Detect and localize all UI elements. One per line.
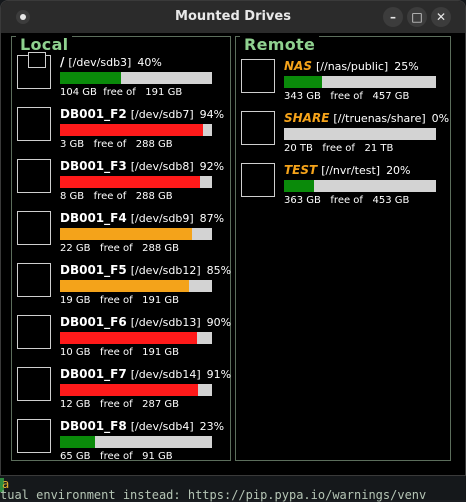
drive-label: DB001_F2: [60, 107, 127, 121]
usage-bar-fill: [60, 280, 190, 292]
usage-bar-fill: [284, 76, 322, 88]
usage-bar: [284, 76, 436, 88]
remote-panel-title: Remote: [240, 35, 320, 54]
usage-bar: [60, 280, 212, 292]
drive-icon: [17, 315, 51, 349]
drive-free-space: 10 GB free of 191 GB: [60, 347, 179, 358]
local-drives-panel: Local / [/dev/sdb3] 40% 104 GB free of 191 …: [11, 35, 231, 462]
drive-icon: [17, 159, 51, 193]
drive-path: [//truenas/share]: [333, 112, 426, 125]
drive-usage-percent: 90%: [206, 316, 232, 329]
drive-label: DB001_F8: [60, 419, 127, 433]
root-drive-icon: [17, 52, 51, 89]
title-bar[interactable]: Mounted Drives – □ ✕: [1, 1, 465, 33]
drive-usage-percent: 20%: [386, 164, 411, 177]
drive-label: NAS: [284, 59, 312, 73]
drive-path: [/dev/sdb14]: [130, 368, 201, 381]
drive-path: [/dev/sdb9]: [130, 212, 194, 225]
drive-usage-percent: 0%: [431, 112, 450, 125]
drive-path: [/dev/sdb3]: [68, 56, 132, 69]
remote-drives-panel: Remote NAS [//nas/public] 25% 343 GB free o…: [235, 35, 451, 461]
drive-usage-percent: 23%: [199, 420, 225, 433]
drive-path: [/dev/sdb13]: [130, 316, 201, 329]
maximize-button[interactable]: □: [407, 7, 427, 27]
usage-bar: [284, 180, 436, 192]
drive-name: DB001_F6 [/dev/sdb13] 90%: [60, 315, 231, 329]
drive-icon: [17, 263, 51, 297]
drive-path: [//nvr/test]: [321, 164, 381, 177]
usage-bar-fill: [60, 72, 121, 84]
drive-icon: [17, 367, 51, 401]
usage-bar-fill: [60, 436, 95, 448]
usage-bar: [284, 128, 436, 140]
usage-bar: [60, 72, 212, 84]
drive-name: DB001_F8 [/dev/sdb4] 23%: [60, 419, 224, 433]
usage-bar: [60, 384, 212, 396]
drive-free-space: 363 GB free of 453 GB: [284, 195, 410, 206]
drive-name: DB001_F4 [/dev/sdb9] 87%: [60, 211, 224, 225]
usage-bar-fill: [60, 176, 200, 188]
drive-usage-percent: 25%: [394, 60, 419, 73]
drive-free-space: 19 GB free of 191 GB: [60, 295, 179, 306]
drive-usage-percent: 85%: [206, 264, 232, 277]
drive-icon: [17, 107, 51, 141]
drive-free-space: 65 GB free of 91 GB: [60, 451, 173, 462]
drive-label: DB001_F5: [60, 263, 127, 277]
drive-label: DB001_F6: [60, 315, 127, 329]
drive-icon: [17, 211, 51, 245]
usage-bar: [60, 124, 212, 136]
drive-label: DB001_F3: [60, 159, 127, 173]
drive-usage-percent: 94%: [199, 108, 225, 121]
drive-label: DB001_F7: [60, 367, 127, 381]
drive-name: DB001_F2 [/dev/sdb7] 94%: [60, 107, 224, 121]
drive-path: [/dev/sdb8]: [130, 160, 194, 173]
minimize-button[interactable]: –: [383, 7, 403, 27]
drive-name: SHARE [//truenas/share] 0%: [284, 111, 449, 125]
drive-usage-percent: 87%: [199, 212, 225, 225]
mounted-drives-window: Mounted Drives – □ ✕ Local / [/dev/sdb3] 4…: [0, 0, 466, 476]
drive-name: DB001_F7 [/dev/sdb14] 91%: [60, 367, 231, 381]
close-button[interactable]: ✕: [431, 7, 451, 27]
usage-bar-fill: [284, 180, 315, 192]
usage-bar: [60, 176, 212, 188]
drive-icon: [17, 419, 51, 453]
drive-name: NAS [//nas/public] 25%: [284, 59, 419, 73]
drive-path: [//nas/public]: [315, 60, 389, 73]
usage-bar: [60, 332, 212, 344]
network-drive-icon: [241, 111, 275, 145]
drive-free-space: 20 TB free of 21 TB: [284, 143, 394, 154]
usage-bar-fill: [60, 384, 199, 396]
usage-bar: [60, 228, 212, 240]
network-drive-icon: [241, 163, 275, 197]
network-drive-icon: [241, 59, 275, 93]
drive-free-space: 22 GB free of 288 GB: [60, 243, 179, 254]
usage-bar: [60, 436, 212, 448]
usage-bar-fill: [60, 332, 197, 344]
drive-name: DB001_F3 [/dev/sdb8] 92%: [60, 159, 224, 173]
drive-label: SHARE: [284, 111, 330, 125]
drive-free-space: 104 GB free of 191 GB: [60, 87, 183, 98]
usage-bar-fill: [60, 228, 193, 240]
drive-free-space: 3 GB free of 288 GB: [60, 139, 173, 150]
drive-free-space: 8 GB free of 288 GB: [60, 191, 173, 202]
drive-name: / [/dev/sdb3] 40%: [60, 55, 162, 69]
drive-usage-percent: 40%: [137, 56, 162, 69]
drive-free-space: 343 GB free of 457 GB: [284, 91, 410, 102]
drive-usage-percent: 92%: [199, 160, 225, 173]
drive-path: [/dev/sdb12]: [130, 264, 201, 277]
drive-name: DB001_F5 [/dev/sdb12] 85%: [60, 263, 231, 277]
drive-name: TEST [//nvr/test] 20%: [284, 163, 411, 177]
drive-label: TEST: [284, 163, 318, 177]
drives-content: Local / [/dev/sdb3] 40% 104 GB free of 191 …: [1, 33, 465, 475]
drive-usage-percent: 91%: [206, 368, 232, 381]
drive-path: [/dev/sdb4]: [130, 420, 194, 433]
drive-label: DB001_F4: [60, 211, 127, 225]
drive-label: /: [60, 55, 65, 69]
drive-free-space: 12 GB free of 287 GB: [60, 399, 179, 410]
drive-path: [/dev/sdb7]: [130, 108, 194, 121]
usage-bar-fill: [60, 124, 203, 136]
